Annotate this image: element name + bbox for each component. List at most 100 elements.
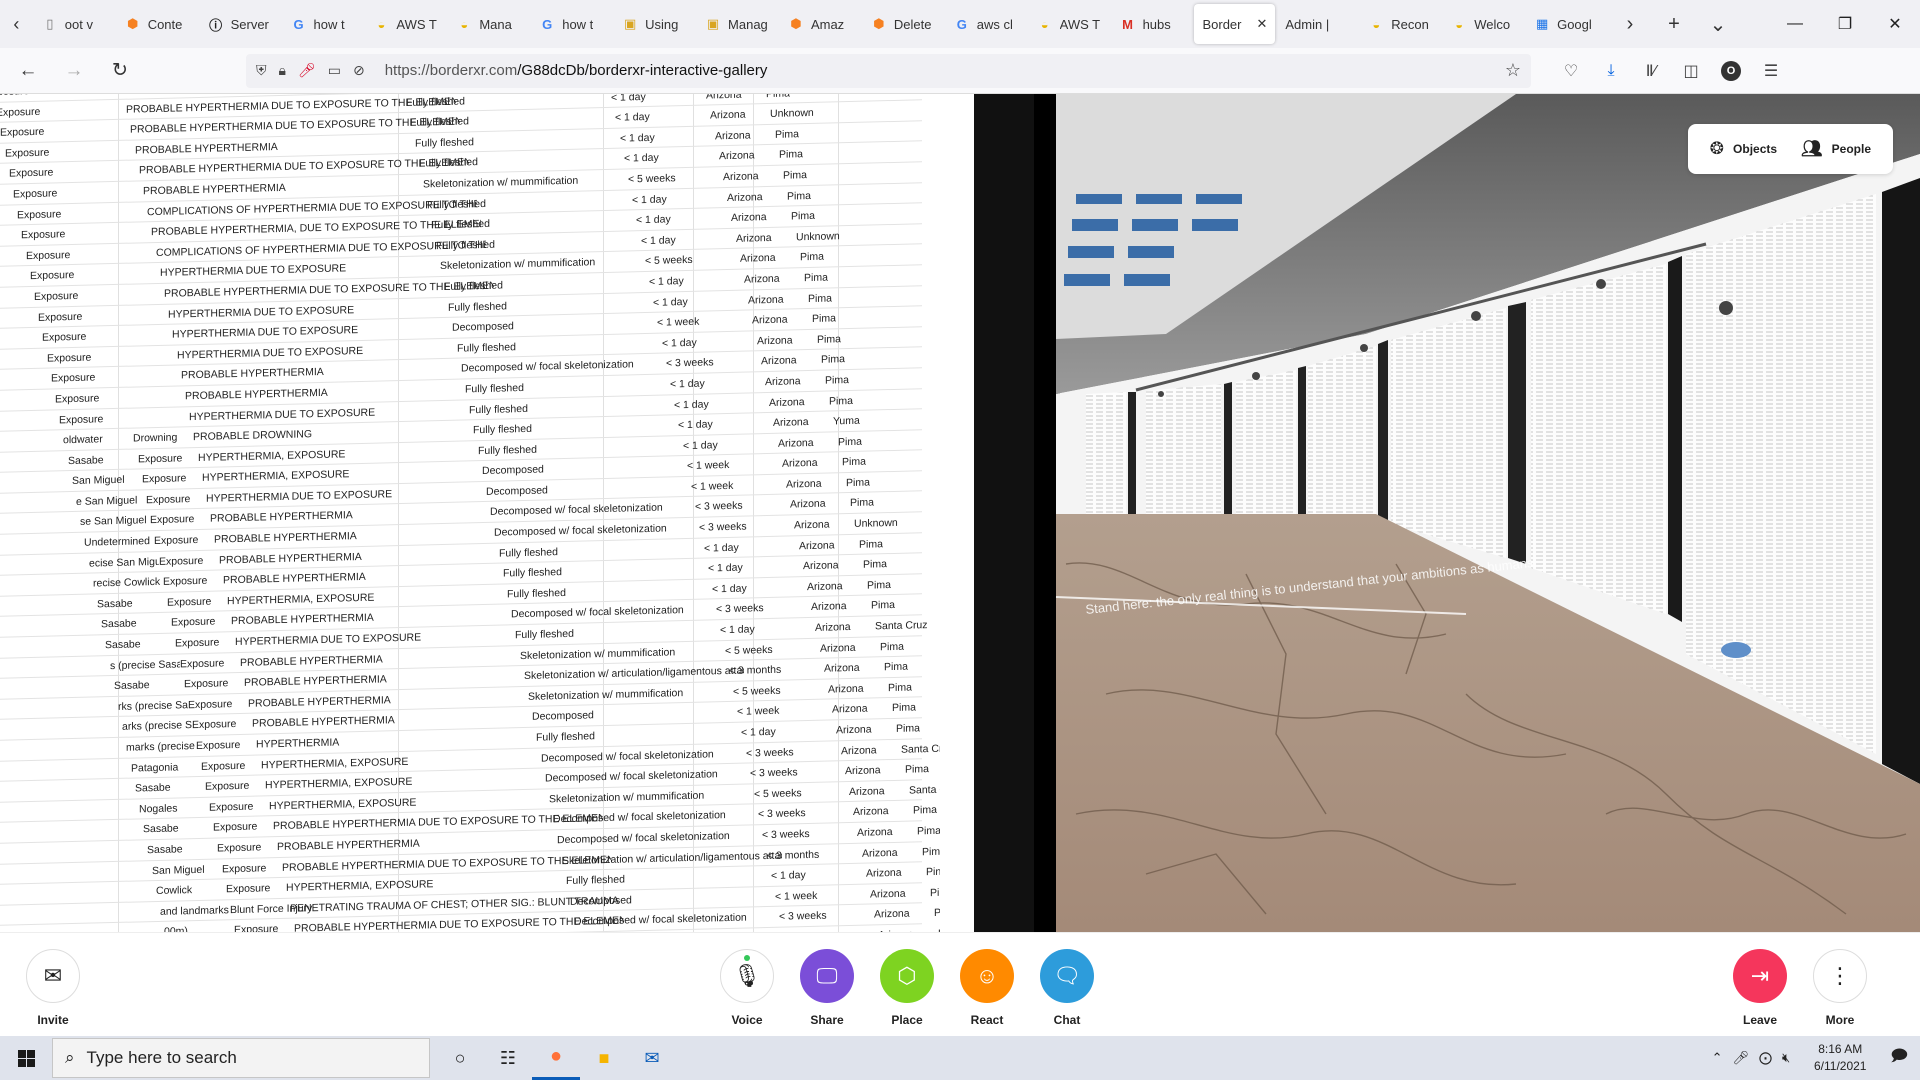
tab[interactable]: ⬢ Conte [117,4,198,44]
tab-scroll-right-icon[interactable]: › [1608,0,1652,48]
cell-body-condition: Fully fleshed [444,279,503,293]
tab[interactable]: ◒ Recon [1360,4,1441,44]
share-button[interactable]: 🖵︎ Share [792,949,862,1027]
cell-body-condition: Fully fleshed [515,627,574,642]
tab[interactable]: ▦ Googl [1526,4,1607,44]
tab[interactable]: ⬢ Delete [863,4,944,44]
people-button[interactable]: 👥︎ People [1789,124,1883,174]
tab[interactable]: Gaws cl [946,4,1027,44]
tab-list: ▯ oot v ⬢ Conte ⓘ Server Ghow t ◒ AWS T ◒ Mana Ghow… [33,0,1608,48]
back-button[interactable]: ← [8,51,48,91]
cell-time-since-death: < 3 months [767,848,820,862]
voice-button[interactable]: 🎙︎ Voice [712,949,782,1027]
cell-county: Pima [779,148,803,162]
hubs-3d-scene[interactable]: xposurePROBABLE HYPERTHERMIA DUE TO EXPO… [0,94,1920,932]
tab[interactable]: ▣ Using [614,4,695,44]
google-g-icon: G [956,16,967,32]
file-explorer-icon[interactable]: ■ [580,1036,628,1080]
close-tab-icon[interactable]: ✕ [1256,16,1267,32]
list-all-tabs-icon[interactable]: ⌄ [1696,0,1740,48]
forward-button[interactable]: → [54,51,94,91]
tab[interactable]: ◒ AWS T [1029,4,1110,44]
autoplay-blocked-icon[interactable]: ⊘ [353,62,365,79]
react-button[interactable]: ☺ React [952,949,1022,1027]
wifi-icon[interactable]: ⨀ [1759,1050,1772,1066]
cell-county: Pima [850,496,874,510]
cell-time-since-death: < 3 weeks [695,500,743,514]
calendar-icon: ▦ [1535,16,1549,31]
close-window-button[interactable]: ✕ [1870,0,1920,48]
more-button[interactable]: ⋮ More [1805,949,1875,1027]
cell-body-condition: Fully fleshed [457,340,516,355]
tab[interactable]: ◒ Mana [448,4,529,44]
leave-button[interactable]: ⇥ Leave [1725,949,1795,1027]
tab-label: AWS T [1059,16,1101,32]
firefox-icon[interactable]: ● [532,1036,580,1080]
cell-county: Pima [838,435,862,449]
new-tab-button[interactable]: + [1652,0,1696,48]
cell-time-since-death: < 1 day [636,213,671,227]
show-hidden-icons-icon[interactable]: ⌃ [1712,1050,1723,1066]
microphone-tray-icon[interactable]: 🎤︎ [1733,1050,1750,1066]
cell-body-condition: Skeletonization w/ mummification [423,174,579,191]
objects-button[interactable]: ❂ Objects [1698,124,1789,174]
taskbar-search-box[interactable]: ⌕ Type here to search [52,1038,430,1078]
tab[interactable]: Ghow t [283,4,364,44]
cell-time-since-death: < 1 week [657,315,700,329]
minimize-window-button[interactable]: — [1770,0,1820,48]
taskbar-clock[interactable]: 8:16 AM 6/11/2021 [1800,1041,1880,1075]
notifications-icon[interactable]: 🗩︎ [1890,1045,1908,1072]
url-text[interactable]: https://borderxr.com/G88dcDb/borderxr-in… [385,62,768,79]
volume-muted-icon[interactable]: 🔇︎ [1782,1050,1790,1066]
cell-location: Sasabe [143,822,179,836]
lock-icon[interactable]: 🔒︎ [279,62,286,79]
tab[interactable]: Admin | A [1277,4,1358,44]
camera-permission-icon[interactable]: ▭ [328,62,341,79]
start-button[interactable] [0,1036,52,1080]
task-view-icon[interactable]: ☷ [484,1036,532,1080]
chat-button[interactable]: 🗨︎ Chat [1032,949,1102,1027]
cell-time-since-death: < 5 weeks [628,172,676,186]
tab[interactable]: ⬢ Amaz [780,4,861,44]
cell-location: Sasabe [114,679,150,693]
spreadsheet-sheet: xposurePROBABLE HYPERTHERMIA DUE TO EXPO… [0,94,940,932]
tab[interactable]: Mhubs [1112,4,1193,44]
tab-scroll-left-icon[interactable]: ‹ [0,0,33,48]
microphone-permission-icon[interactable]: 🎤︎ [298,62,316,79]
cortana-icon[interactable]: ○ [436,1036,484,1080]
restore-window-button[interactable]: ❐ [1820,0,1870,48]
cell-body-condition: Decomposed [482,463,544,478]
leave-label: Leave [1742,1013,1778,1027]
invite-button[interactable]: ✉ Invite [18,949,88,1027]
sidebars-icon[interactable]: ◫ [1673,53,1709,89]
tab[interactable]: ⓘ Server [200,4,281,44]
info-circle-icon: ⓘ [209,17,223,33]
account-icon[interactable]: O [1721,60,1741,81]
tab[interactable]: ▣ Manag [697,4,778,44]
tracking-shield-icon[interactable]: ⛨ [256,62,267,79]
page-icon: ▯ [46,16,54,31]
tab[interactable]: ◒ Welco [1443,4,1524,44]
place-button[interactable]: ⬡ Place [872,949,942,1027]
app-menu-icon[interactable]: ☰ [1753,53,1789,89]
cell-location: s (precise Sasabe [110,658,180,672]
tab[interactable]: ▯ oot v [34,4,115,44]
library-icon[interactable]: Ⅱ∕ [1633,53,1669,89]
teleport-marker[interactable] [1721,642,1751,658]
cell-time-since-death: < 1 day [649,275,684,288]
tab-active[interactable]: Border ✕ [1194,4,1276,44]
cell-county: Pima [842,455,866,469]
more-label: More [1825,1013,1855,1027]
cell-time-since-death: < 3 weeks [758,807,806,821]
pocket-icon[interactable]: ♡ [1553,53,1589,89]
cell-body-condition: Fully fleshed [566,873,625,888]
downloads-icon[interactable]: ⤓ [1593,53,1629,89]
cell-county: Pima [880,640,904,653]
bookmark-star-icon[interactable]: ☆ [1505,60,1521,81]
address-bar[interactable]: ⛨ 🔒︎ 🎤︎ ▭ ⊘ https://borderxr.com/G88dcDb… [246,53,1531,88]
reload-button[interactable]: ↻ [100,51,140,91]
mail-icon[interactable]: ✉ [628,1036,676,1080]
tab[interactable]: Ghow t [531,4,612,44]
tab[interactable]: ◒ AWS T [365,4,446,44]
cell-county: Pima [905,763,929,776]
